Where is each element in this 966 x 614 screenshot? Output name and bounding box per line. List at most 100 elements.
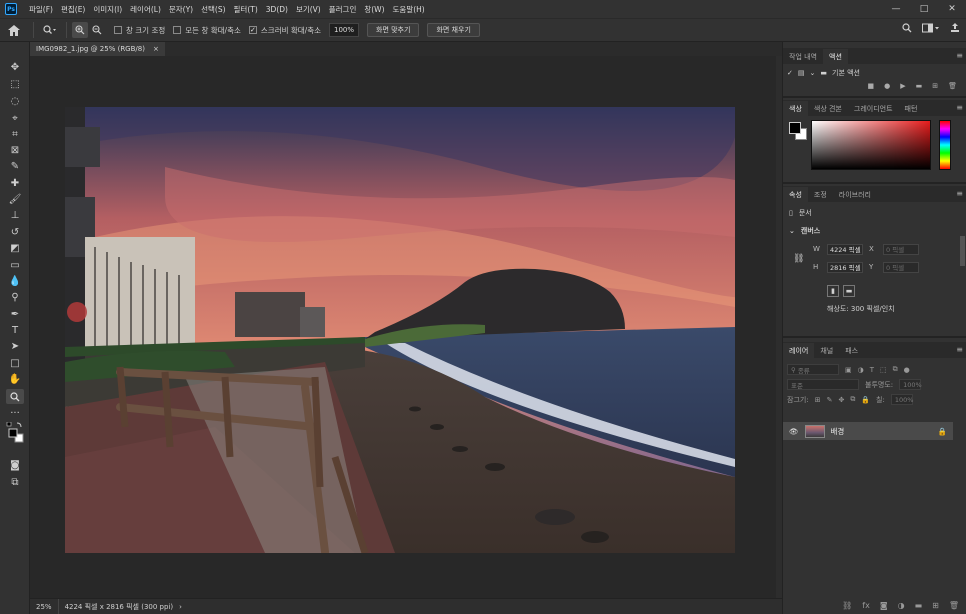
tab-actions[interactable]: 액션 bbox=[823, 49, 848, 64]
frame-tool-icon[interactable]: ⊠ bbox=[6, 143, 24, 158]
layer-kind-filter[interactable]: ⚲ 종류 bbox=[787, 364, 839, 375]
link-icon[interactable]: ⛓ bbox=[793, 254, 804, 264]
lasso-tool-icon[interactable]: ◌ bbox=[6, 94, 24, 109]
dialog-toggle-icon[interactable]: ▤ bbox=[798, 69, 805, 77]
foreground-color-swatch[interactable] bbox=[789, 122, 801, 134]
fit-screen-button[interactable]: 화면 맞추기 bbox=[367, 23, 420, 37]
new-action-icon[interactable]: ⊞ bbox=[932, 82, 938, 90]
landscape-icon[interactable]: ▬ bbox=[843, 285, 855, 297]
panel-menu-icon[interactable]: ≡ bbox=[956, 189, 963, 198]
delete-layer-icon[interactable]: 🗑 bbox=[949, 601, 959, 610]
lock-pixels-icon[interactable]: ✎ bbox=[827, 396, 833, 404]
play-icon[interactable]: ▶ bbox=[900, 82, 905, 90]
menu-image[interactable]: 이미지(I) bbox=[89, 4, 126, 15]
new-layer-icon[interactable]: ⊞ bbox=[932, 601, 939, 610]
properties-scrollbar[interactable] bbox=[960, 236, 965, 266]
height-input[interactable]: 2816 픽셀 bbox=[827, 261, 863, 273]
add-mask-icon[interactable]: ◙ bbox=[880, 601, 888, 610]
workspace-icon[interactable] bbox=[922, 23, 940, 36]
filter-toggle-icon[interactable]: ● bbox=[904, 366, 910, 374]
chevron-down-icon[interactable]: ⌄ bbox=[810, 69, 816, 77]
width-input[interactable]: 4224 픽셀 bbox=[827, 243, 863, 255]
home-icon[interactable] bbox=[0, 22, 28, 38]
checkbox-box[interactable] bbox=[114, 26, 122, 34]
hand-tool-icon[interactable]: ✋ bbox=[6, 372, 24, 387]
tab-patterns[interactable]: 패턴 bbox=[899, 101, 924, 116]
link-layers-icon[interactable]: ⛓ bbox=[842, 601, 852, 610]
filter-type-icon[interactable]: T bbox=[870, 366, 874, 374]
menu-3d[interactable]: 3D(D) bbox=[262, 5, 292, 14]
dodge-tool-icon[interactable]: ⚲ bbox=[6, 290, 24, 305]
menu-window[interactable]: 창(W) bbox=[360, 4, 388, 15]
chevron-down-icon[interactable]: ⌄ bbox=[789, 227, 795, 235]
new-set-icon[interactable]: ▬ bbox=[916, 82, 923, 90]
healing-brush-tool-icon[interactable]: ✚ bbox=[6, 176, 24, 191]
filter-pixel-icon[interactable]: ▣ bbox=[845, 366, 852, 374]
search-icon[interactable] bbox=[902, 23, 912, 36]
color-field[interactable] bbox=[811, 120, 931, 170]
history-brush-tool-icon[interactable]: ↺ bbox=[6, 225, 24, 240]
tab-paths[interactable]: 패스 bbox=[839, 343, 864, 358]
filter-shape-icon[interactable]: ⬚ bbox=[880, 366, 887, 374]
fx-icon[interactable]: fx bbox=[862, 601, 870, 610]
zoom-out-icon[interactable] bbox=[88, 22, 106, 38]
blend-mode-select[interactable]: 표준 bbox=[787, 379, 859, 390]
tab-adjustments[interactable]: 조정 bbox=[808, 187, 833, 202]
tab-libraries[interactable]: 라이브러리 bbox=[833, 187, 877, 202]
menu-help[interactable]: 도움말(H) bbox=[389, 4, 429, 15]
action-set-row[interactable]: ✓ ▤ ⌄ ▬ 기본 액션 bbox=[783, 67, 966, 79]
fill-screen-button[interactable]: 화면 채우기 bbox=[427, 23, 480, 37]
object-select-tool-icon[interactable]: ⌖ bbox=[6, 111, 24, 126]
more-tools-icon[interactable]: ··· bbox=[6, 406, 24, 421]
zoom-tool-icon[interactable] bbox=[6, 389, 24, 404]
scrubby-zoom-checkbox[interactable]: ✓ 스크러비 확대/축소 bbox=[248, 25, 321, 36]
marquee-tool-icon[interactable]: ⬚ bbox=[6, 77, 24, 92]
pen-tool-icon[interactable]: ✒ bbox=[6, 307, 24, 322]
filter-adjustment-icon[interactable]: ◑ bbox=[858, 366, 864, 374]
fill-input[interactable]: 100% bbox=[890, 394, 913, 405]
screen-mode-icon[interactable]: ⧉ bbox=[6, 475, 24, 490]
menu-plugins[interactable]: 플러그인 bbox=[325, 4, 361, 15]
path-select-tool-icon[interactable]: ➤ bbox=[6, 339, 24, 354]
check-icon[interactable]: ✓ bbox=[787, 69, 793, 77]
brush-tool-icon[interactable]: 🖌 bbox=[6, 192, 24, 207]
rectangle-tool-icon[interactable]: □ bbox=[6, 356, 24, 371]
document-tab[interactable]: IMG0982_1.jpg @ 25% (RGB/8) × bbox=[30, 42, 165, 56]
status-zoom-level[interactable]: 25% bbox=[30, 598, 59, 614]
checkbox-box-checked[interactable]: ✓ bbox=[248, 26, 257, 34]
hue-slider[interactable] bbox=[939, 120, 951, 170]
tab-history[interactable]: 작업 내역 bbox=[783, 49, 823, 64]
menu-type[interactable]: 문자(Y) bbox=[165, 4, 197, 15]
new-group-icon[interactable]: ▬ bbox=[915, 601, 923, 610]
tab-layers[interactable]: 레이어 bbox=[783, 343, 815, 358]
canvas-section-header[interactable]: ⌄ 캔버스 bbox=[783, 224, 966, 238]
close-icon[interactable]: × bbox=[153, 45, 159, 53]
stop-icon[interactable]: ■ bbox=[867, 82, 874, 90]
status-arrow-icon[interactable]: › bbox=[179, 603, 182, 611]
panel-menu-icon[interactable]: ≡ bbox=[956, 103, 963, 112]
tab-properties[interactable]: 속성 bbox=[783, 187, 808, 202]
portrait-icon[interactable]: ▮ bbox=[827, 285, 839, 297]
adjustment-layer-icon[interactable]: ◑ bbox=[898, 601, 905, 610]
menu-file[interactable]: 파일(F) bbox=[25, 4, 57, 15]
clone-stamp-tool-icon[interactable]: ⊥ bbox=[6, 208, 24, 223]
photoshop-logo[interactable]: Ps bbox=[5, 3, 17, 15]
blur-tool-icon[interactable]: 💧 bbox=[6, 274, 24, 289]
lock-transparent-icon[interactable]: ⊞ bbox=[815, 396, 821, 404]
eraser-tool-icon[interactable]: ◩ bbox=[6, 241, 24, 256]
zoom-in-icon[interactable] bbox=[72, 22, 88, 38]
resize-windows-checkbox[interactable]: 창 크기 조정 bbox=[114, 25, 165, 36]
filter-smart-icon[interactable]: ⧉ bbox=[893, 365, 898, 374]
menu-edit[interactable]: 편집(E) bbox=[57, 4, 89, 15]
eyedropper-tool-icon[interactable]: ✎ bbox=[6, 159, 24, 174]
layer-row-background[interactable]: 👁 배경 🔒 bbox=[783, 422, 953, 440]
lock-position-icon[interactable]: ✥ bbox=[838, 396, 844, 404]
canvas-area[interactable] bbox=[30, 56, 776, 598]
checkbox-box[interactable] bbox=[173, 26, 182, 34]
menu-select[interactable]: 선택(S) bbox=[197, 4, 229, 15]
menu-view[interactable]: 보기(V) bbox=[292, 4, 325, 15]
x-input[interactable]: 0 픽셀 bbox=[883, 243, 919, 255]
record-icon[interactable]: ● bbox=[884, 82, 890, 90]
close-button[interactable]: ✕ bbox=[938, 0, 966, 18]
tab-color[interactable]: 색상 bbox=[783, 101, 808, 116]
